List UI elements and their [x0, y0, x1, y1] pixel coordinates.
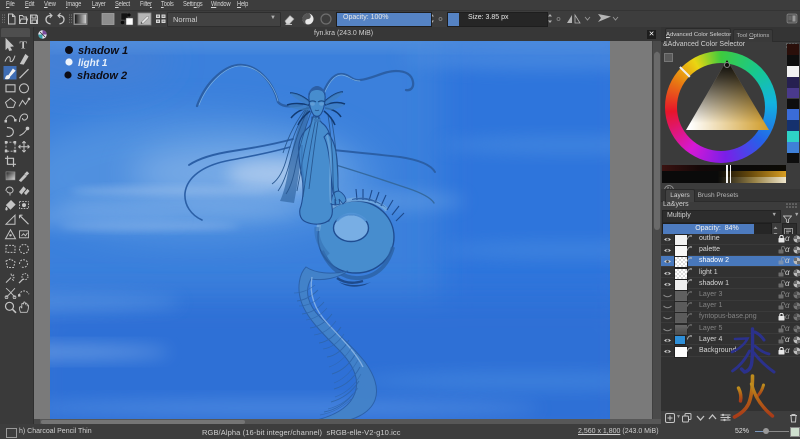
- svg-text:light 1: light 1: [78, 58, 108, 69]
- svg-text:T: T: [20, 40, 28, 52]
- svg-text:shadow 1: shadow 1: [78, 45, 128, 57]
- svg-text:shadow 2: shadow 2: [77, 70, 127, 82]
